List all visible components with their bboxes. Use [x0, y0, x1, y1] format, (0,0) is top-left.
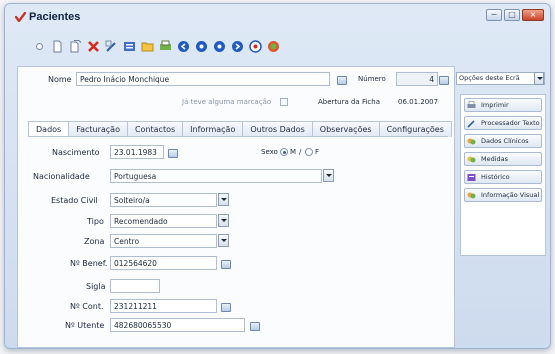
zona-select[interactable]: Centro [110, 234, 217, 248]
delete-icon[interactable] [87, 40, 100, 53]
dados-clinicos-label: Dados Clínicos [481, 137, 529, 145]
nacionalidade-select[interactable]: Portuguesa [110, 169, 322, 183]
sexo-m-radio[interactable] [280, 148, 288, 156]
sexo-m-label: M [290, 148, 297, 156]
tipo-label: Tipo [87, 217, 104, 226]
sigla-input[interactable] [110, 279, 160, 293]
maximize-button[interactable]: □ [504, 9, 520, 21]
nav-last-icon[interactable] [231, 40, 244, 53]
tab-bar: Dados Facturação Contactos Informação Ou… [28, 121, 452, 137]
numero-label: Número [358, 75, 386, 83]
tab-divider [28, 136, 448, 137]
benef-label: Nº Benef. [70, 259, 108, 268]
options-select[interactable]: Opções deste Ecrã [456, 72, 545, 85]
abertura-label: Abertura da Ficha [318, 98, 380, 106]
imprimir-button[interactable]: Imprimir [464, 98, 542, 112]
printer-icon [467, 101, 476, 110]
visual-info-icon [467, 191, 476, 200]
informacao-visual-label: Informação Visual [481, 191, 540, 199]
new-doc-icon[interactable] [51, 40, 64, 53]
folder-icon[interactable] [141, 40, 154, 53]
benef-lookup-icon[interactable] [221, 260, 231, 269]
estado-civil-label: Estado Civil [51, 196, 98, 205]
tab-outros-dados[interactable]: Outros Dados [243, 121, 313, 137]
zona-label: Zona [84, 237, 105, 246]
refresh-icon[interactable] [249, 39, 262, 53]
medidas-label: Medidas [481, 155, 509, 163]
nome-label: Nome [48, 75, 72, 84]
utente-lookup-icon[interactable] [250, 322, 260, 331]
nascimento-input[interactable]: 23.01.1983 [110, 145, 164, 159]
sexo-label: Sexo [261, 148, 278, 156]
window-title: Pacientes [29, 11, 81, 23]
history-icon [467, 173, 476, 182]
patients-window: Pacientes − □ × Nome Pedro Inácio Monchi… [4, 3, 551, 349]
zona-dropdown-icon[interactable] [218, 234, 229, 247]
informacao-visual-button[interactable]: Informação Visual [464, 188, 542, 202]
sexo-f-label: F [315, 148, 320, 156]
processador-texto-button[interactable]: Processador Texto [464, 116, 542, 130]
tipo-select[interactable]: Recomendado [110, 214, 217, 228]
exit-icon[interactable] [267, 40, 280, 53]
tab-observacoes[interactable]: Observações [312, 121, 380, 137]
options-side-panel: Opções deste Ecrã Imprimir Processador T… [456, 66, 548, 348]
cont-lookup-icon[interactable] [221, 303, 231, 312]
estado-civil-dropdown-icon[interactable] [218, 193, 229, 206]
tab-contactos[interactable]: Contactos [127, 121, 184, 137]
tab-configuracoes[interactable]: Configurações [379, 121, 452, 137]
patient-form-panel: Nome Pedro Inácio Monchique Número 4 Já … [17, 66, 455, 348]
utente-label: Nº Utente [65, 321, 105, 330]
nacionalidade-label: Nacionalidade [33, 172, 90, 181]
tab-facturacao[interactable]: Facturação [69, 121, 128, 137]
copy-doc-icon[interactable] [69, 39, 82, 53]
nome-lookup-icon[interactable] [337, 76, 347, 85]
nacionalidade-dropdown-icon[interactable] [323, 169, 334, 182]
measures-icon [467, 155, 476, 164]
numero-lookup-icon[interactable] [439, 76, 449, 85]
historico-button[interactable]: Histórico [464, 170, 542, 184]
minimize-button[interactable]: − [486, 9, 502, 21]
nav-next-icon[interactable] [213, 40, 226, 53]
options-dropdown-icon[interactable] [534, 72, 544, 85]
nome-input[interactable]: Pedro Inácio Monchique [76, 72, 330, 86]
cont-label: Nº Cont. [70, 302, 104, 311]
cont-input[interactable]: 231211211 [110, 299, 217, 313]
nav-first-icon[interactable] [177, 40, 190, 53]
clinical-data-icon [467, 137, 476, 146]
list-icon[interactable] [123, 40, 136, 53]
marcacao-label: Já teve alguma marcação [182, 98, 272, 106]
imprimir-label: Imprimir [481, 101, 509, 109]
toolbar [33, 38, 280, 54]
medidas-button[interactable]: Medidas [464, 152, 542, 166]
utente-input[interactable]: 482680065530 [110, 318, 245, 332]
sigla-label: Sigla [86, 282, 106, 291]
options-select-label: Opções deste Ecrã [459, 74, 520, 82]
tab-dados[interactable]: Dados [28, 121, 70, 137]
estado-civil-select[interactable]: Solteiro/a [110, 193, 217, 207]
new-icon[interactable] [33, 40, 46, 53]
tab-informacao[interactable]: Informação [183, 121, 244, 137]
nascimento-label: Nascimento [52, 148, 100, 157]
title-bar: Pacientes − □ × [5, 4, 550, 30]
dados-clinicos-button[interactable]: Dados Clínicos [464, 134, 542, 148]
options-list: Imprimir Processador Texto Dados Clínico… [460, 94, 546, 256]
abertura-value: 06.01.2007 [398, 98, 439, 106]
marcacao-checkbox[interactable] [280, 98, 288, 106]
numero-input[interactable]: 4 [396, 72, 438, 86]
benef-input[interactable]: 012564620 [110, 256, 217, 270]
sexo-f-radio[interactable] [305, 148, 313, 156]
calendar-icon[interactable] [168, 149, 178, 158]
nav-prev-icon[interactable] [195, 40, 208, 53]
app-logo-icon [14, 11, 27, 23]
processador-texto-label: Processador Texto [481, 119, 540, 127]
tipo-dropdown-icon[interactable] [218, 214, 229, 227]
close-button[interactable]: × [522, 9, 544, 21]
pen-icon [467, 119, 476, 128]
edit-icon[interactable] [105, 40, 118, 53]
print-icon[interactable] [159, 40, 172, 53]
sexo-separator: / [299, 148, 302, 156]
historico-label: Histórico [481, 173, 510, 181]
